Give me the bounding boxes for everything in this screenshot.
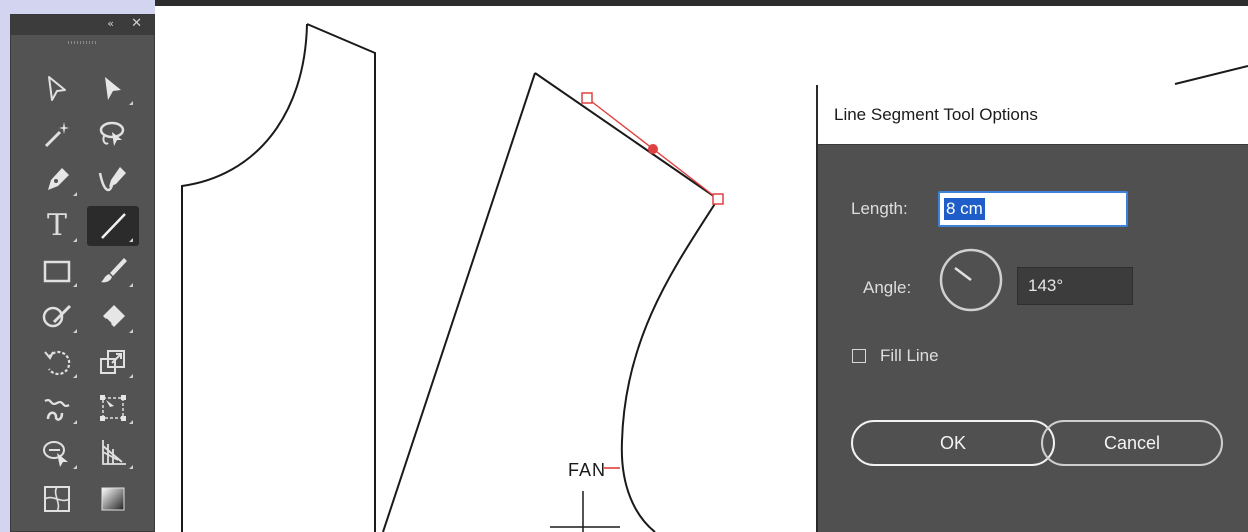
warp-tool[interactable] (31, 388, 83, 428)
length-value-selected: 8 cm (944, 198, 985, 220)
magic-wand-tool-icon (44, 121, 69, 147)
shaper-tool[interactable] (31, 297, 83, 337)
direct-selection-tool-icon (105, 77, 121, 100)
tools-panel: « ✕ T (10, 14, 155, 532)
direct-selection-tool[interactable] (87, 69, 139, 109)
tools-panel-header[interactable]: « ✕ (11, 15, 154, 35)
angle-label: Angle: (863, 278, 912, 297)
lasso-tool-icon (99, 121, 125, 146)
free-transform-tool[interactable] (87, 388, 139, 428)
anchor-point-end (712, 193, 724, 205)
length-label: Length: (851, 199, 908, 218)
dialog-title: Line Segment Tool Options (834, 104, 1038, 124)
paintbrush-tool-icon (101, 258, 127, 283)
fill-line-label[interactable]: Fill Line (880, 346, 939, 366)
perspective-grid-tool-icon (102, 440, 126, 465)
mesh-tool[interactable] (31, 479, 83, 519)
gradient-tool-icon (101, 487, 125, 510)
rectangle-tool[interactable] (31, 251, 83, 291)
shape-builder-tool-icon (43, 441, 68, 467)
selection-tool[interactable] (31, 69, 83, 109)
pen-tool[interactable] (31, 160, 83, 200)
cancel-button-label: Cancel (1103, 432, 1161, 453)
curvature-tool[interactable] (87, 160, 139, 200)
selection-tool-icon (48, 76, 66, 101)
pattern-piece-left (181, 23, 376, 532)
eraser-tool-icon (103, 304, 125, 327)
line-segment-tool-icon (101, 212, 126, 239)
pen-tool-icon (48, 168, 69, 190)
fill-line-checkbox[interactable] (852, 349, 866, 363)
pattern-piece-right-edge (1174, 65, 1248, 85)
angle-dial[interactable] (938, 247, 1004, 313)
gradient-tool[interactable] (87, 479, 139, 519)
paintbrush-tool[interactable] (87, 251, 139, 291)
lasso-tool[interactable] (87, 115, 139, 155)
rotate-tool-icon (44, 350, 71, 376)
scale-tool[interactable] (87, 342, 139, 382)
shape-builder-tool[interactable] (31, 433, 83, 473)
dialog-titlebar[interactable]: Line Segment Tool Options (818, 85, 1248, 145)
fan-label: FAN (568, 460, 606, 480)
ok-button-label: OK (939, 432, 966, 453)
angle-input[interactable]: 143° (1017, 267, 1133, 305)
warp-tool-icon (44, 398, 70, 421)
free-transform-tool-icon (100, 394, 126, 421)
scale-tool-icon (100, 350, 125, 374)
rectangle-tool-icon (43, 260, 71, 283)
cancel-button[interactable]: Cancel (1041, 420, 1223, 466)
panel-grip[interactable] (11, 35, 154, 49)
magic-wand-tool[interactable] (31, 115, 83, 155)
angle-dial-needle (954, 267, 972, 281)
angle-value: 143° (1028, 276, 1064, 295)
tool-grid: T (31, 69, 139, 524)
anchor-point-start (581, 92, 593, 104)
shaper-tool-icon (42, 304, 72, 327)
pattern-piece-middle (382, 72, 720, 532)
curvature-tool-icon (98, 167, 126, 192)
collapse-panel-icon[interactable]: « (107, 17, 114, 30)
center-point (648, 144, 658, 154)
rotate-tool[interactable] (31, 342, 83, 382)
close-panel-icon[interactable]: ✕ (131, 16, 142, 31)
eraser-tool[interactable] (87, 297, 139, 337)
line-segment-options-dialog: Line Segment Tool Options Length: 8 cm A… (816, 85, 1248, 532)
length-input[interactable]: 8 cm (938, 191, 1128, 227)
ok-button[interactable]: OK (851, 420, 1055, 466)
type-tool[interactable]: T (31, 206, 83, 246)
type-tool-icon: T (46, 207, 67, 243)
line-segment-tool[interactable] (87, 205, 139, 246)
perspective-grid-tool[interactable] (87, 433, 139, 473)
mesh-tool-icon (44, 485, 70, 512)
